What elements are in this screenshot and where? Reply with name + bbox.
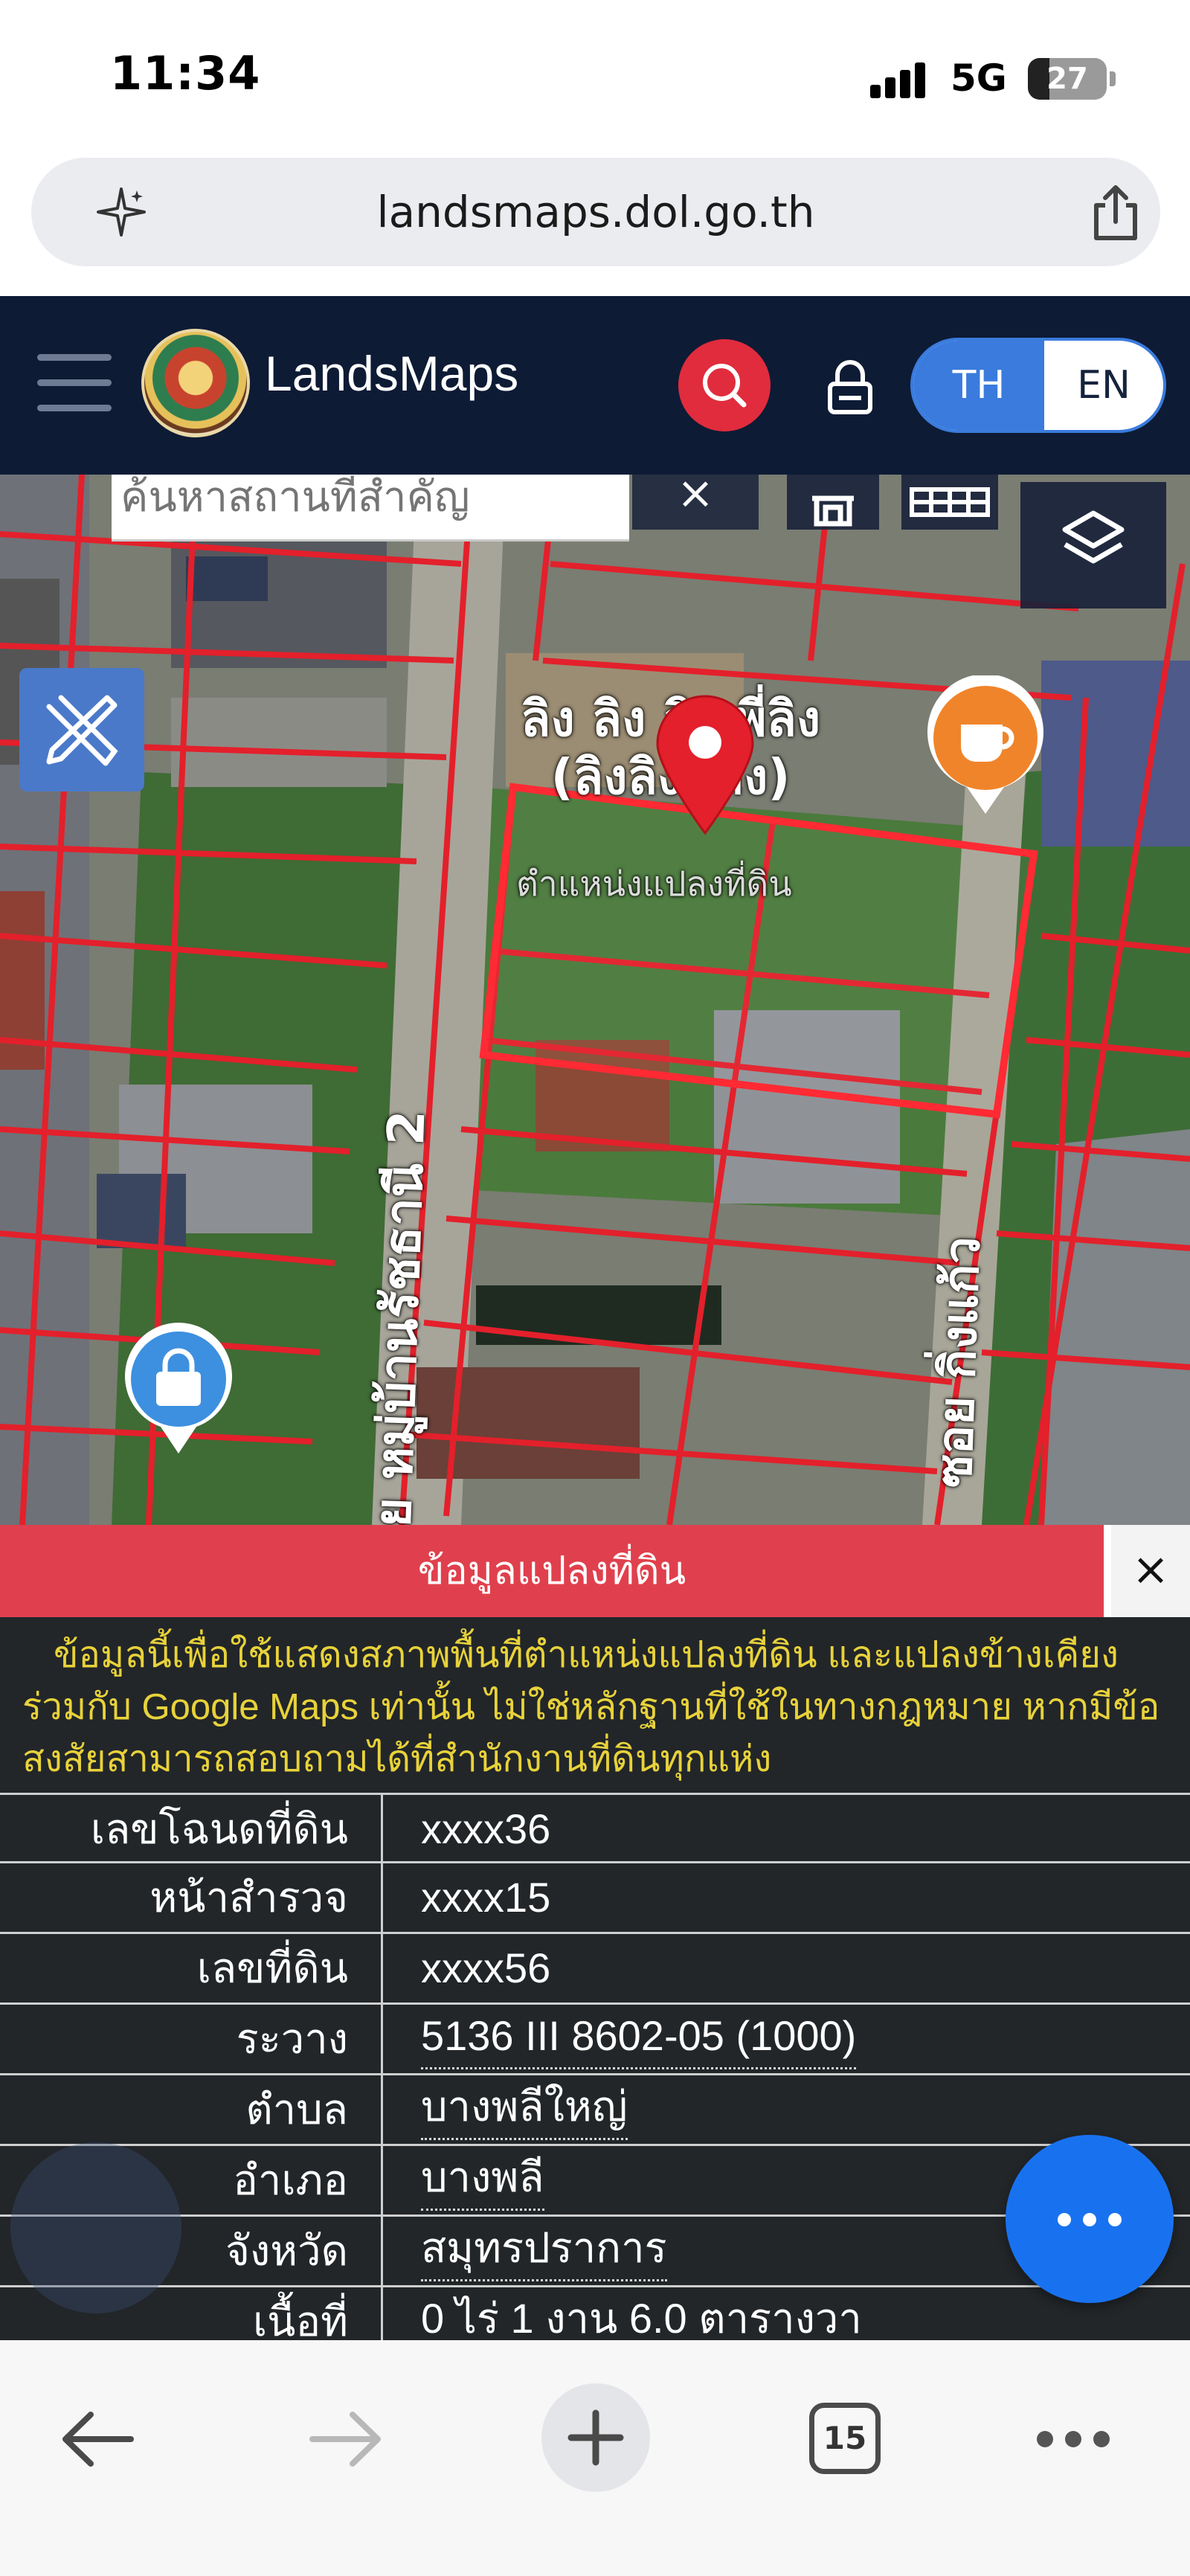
info-value[interactable]: สมุทรปราการ — [421, 2217, 667, 2281]
info-value[interactable]: 0 ไร่ 1 งาน 6.0 ตารางวา — [421, 2287, 862, 2340]
table-divider — [381, 1934, 383, 2002]
language-toggle[interactable]: TH EN — [910, 338, 1166, 433]
map-pin-icon[interactable] — [653, 695, 757, 836]
info-label: ระวาง — [236, 2015, 348, 2062]
ellipsis-icon[interactable] — [1037, 2431, 1111, 2449]
info-label: หน้าสำรวจ — [149, 1874, 348, 1921]
info-row: ตำบล บางพลีใหญ่ — [0, 2075, 1190, 2146]
building-icon — [812, 495, 854, 527]
layers-icon — [1062, 510, 1125, 564]
parcel-info-table: เลขโฉนดที่ดิน xxxx36 หน้าสำรวจ xxxx15 เลขที่… — [0, 1793, 1190, 2340]
battery-icon: 27 — [1028, 58, 1107, 100]
grid-tool-button[interactable] — [901, 475, 998, 530]
lang-en-option[interactable]: EN — [1044, 341, 1163, 430]
parcel-position-label: ตำแหน่งแปลงที่ดิน — [516, 864, 792, 904]
tabs-button[interactable]: 15 — [809, 2403, 881, 2474]
info-label: ตำบล — [245, 2086, 348, 2133]
status-time: 11:34 — [110, 46, 261, 100]
status-bar: 11:34 5G 27 — [0, 0, 1190, 149]
table-divider — [381, 1795, 383, 1861]
map-view[interactable]: × ลิง ลิง ลิง พี่ลิง (ลิงลิงพี่ลิง) ตำแห… — [0, 475, 1190, 1525]
brand-title: LandsMaps — [265, 346, 519, 401]
more-options-button[interactable] — [1006, 2135, 1174, 2303]
info-value[interactable]: บางพลี — [421, 2146, 544, 2211]
info-panel-close-button[interactable]: × — [1111, 1525, 1190, 1617]
info-panel-title: ข้อมูลแปลงที่ดิน — [0, 1525, 1104, 1617]
app-header: LandsMaps TH EN — [0, 296, 1190, 475]
plus-icon — [567, 2409, 624, 2466]
new-tab-button[interactable] — [541, 2383, 650, 2492]
map-search-clear-button[interactable]: × — [632, 475, 759, 530]
layers-button[interactable] — [1020, 482, 1166, 608]
info-row: เลขที่ดิน xxxx56 — [0, 1934, 1190, 2005]
disclaimer-text: ข้อมูลนี้เพื่อใช้แสดงสภาพพื้นที่ตำแหน่งแ… — [22, 1635, 1160, 1779]
address-bar[interactable]: landsmaps.dol.go.th — [31, 158, 1160, 266]
map-search-input[interactable] — [120, 475, 611, 527]
info-value: xxxx56 — [421, 1944, 551, 1991]
share-icon[interactable] — [1087, 183, 1144, 242]
info-value: xxxx15 — [421, 1874, 551, 1921]
ruler-pencil-icon — [46, 695, 118, 766]
signal-icon — [870, 61, 930, 98]
info-row: หน้าสำรวจ xxxx15 — [0, 1863, 1190, 1934]
menu-icon[interactable] — [37, 350, 112, 417]
info-button-shadow — [10, 2142, 181, 2313]
table-divider — [381, 2287, 383, 2340]
shopping-bag-icon[interactable] — [119, 1323, 238, 1456]
road-label: ซอย หมู่บ้านรัชธานี 2 — [361, 1109, 437, 1525]
table-divider — [381, 2005, 383, 2073]
coffee-icon[interactable] — [922, 675, 1049, 817]
grid-icon — [910, 487, 990, 517]
map-search-box[interactable] — [112, 475, 629, 542]
network-type: 5G — [951, 57, 1007, 100]
info-value: xxxx36 — [421, 1805, 551, 1852]
arrow-right-icon[interactable] — [305, 2406, 387, 2473]
url-text[interactable]: landsmaps.dol.go.th — [31, 158, 1160, 266]
info-row: เนื้อที่ 0 ไร่ 1 งาน 6.0 ตารางวา — [0, 2287, 1190, 2340]
building-tool-button[interactable] — [787, 475, 879, 530]
lang-th-option[interactable]: TH — [913, 341, 1044, 430]
search-icon — [703, 364, 747, 408]
arrow-left-icon[interactable] — [57, 2406, 138, 2473]
table-divider — [381, 2146, 383, 2214]
battery-level: 27 — [1046, 62, 1088, 96]
lock-icon[interactable] — [824, 359, 876, 415]
info-row: เลขโฉนดที่ดิน xxxx36 — [0, 1793, 1190, 1863]
measure-tool-button[interactable] — [19, 668, 144, 791]
department-logo — [141, 329, 250, 437]
info-row: ระวาง 5136 III 8602-05 (1000) — [0, 2005, 1190, 2075]
info-value[interactable]: บางพลีใหญ่ — [421, 2075, 628, 2140]
table-divider — [381, 2217, 383, 2285]
info-label: เลขโฉนดที่ดิน — [90, 1805, 348, 1852]
road-label: ซอย กิ่งแก้ว — [924, 1235, 991, 1489]
info-value[interactable]: 5136 III 8602-05 (1000) — [421, 2005, 857, 2069]
browser-toolbar: 15 — [0, 2340, 1190, 2576]
battery-tip — [1110, 71, 1116, 86]
info-label: เลขที่ดิน — [196, 1944, 348, 1991]
table-divider — [381, 1863, 383, 1932]
search-button[interactable] — [678, 339, 771, 431]
table-divider — [381, 2075, 383, 2144]
